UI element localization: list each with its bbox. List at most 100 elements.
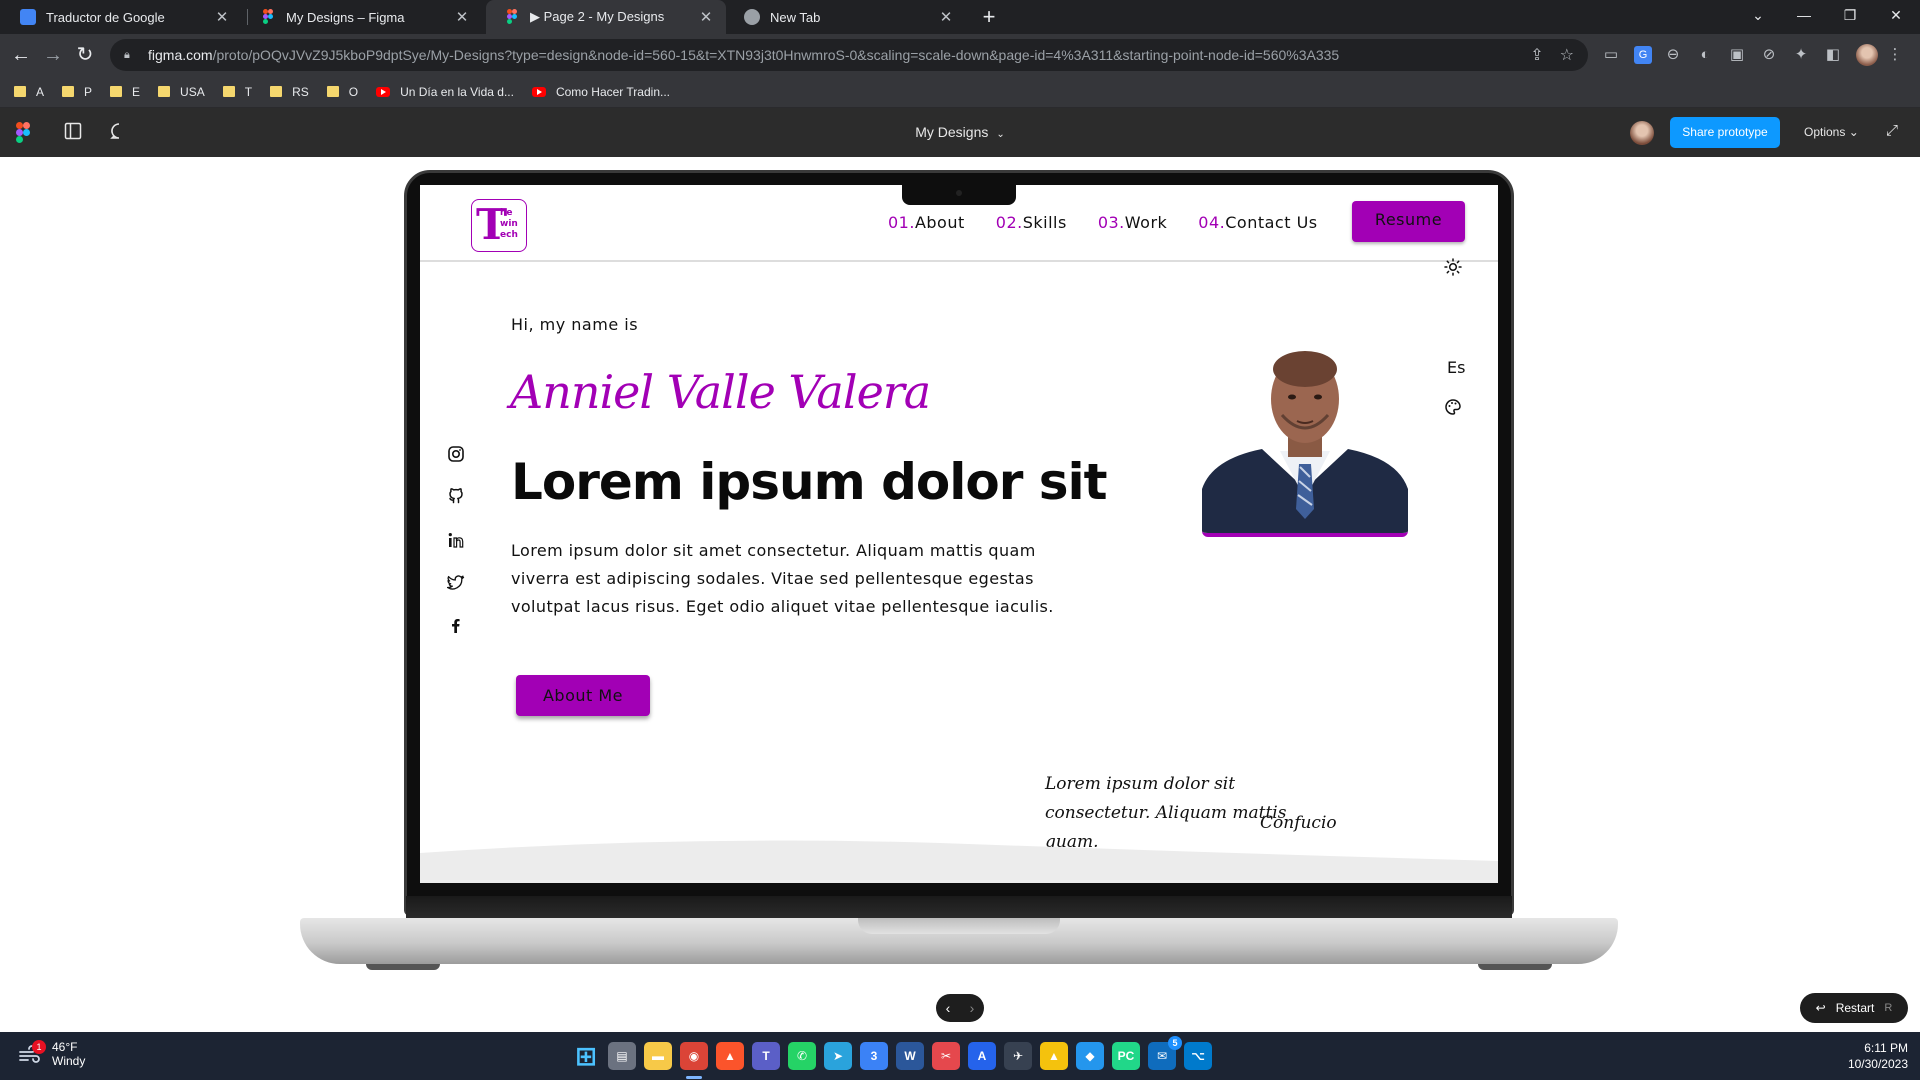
share-page-icon[interactable]: ⇪: [1530, 45, 1543, 65]
reload-button[interactable]: ↻: [72, 42, 98, 68]
extension-circle-icon[interactable]: ◐: [1696, 46, 1714, 64]
figma-toolbar: My Designs ⌄ Share prototype Options ⌄ ⤢: [0, 108, 1920, 157]
google-translate-icon: [20, 9, 36, 25]
extension-window-icon[interactable]: ▣: [1728, 46, 1746, 64]
bookmark-folder-rs[interactable]: RS: [270, 85, 309, 99]
minimize-button[interactable]: —: [1784, 0, 1824, 30]
hero-intro: Lorem ipsum dolor sit amet consectetur. …: [511, 541, 1054, 616]
folder-icon: [62, 86, 75, 97]
file-explorer-icon[interactable]: ▬: [644, 1042, 672, 1070]
whatsapp-icon[interactable]: ✆: [788, 1042, 816, 1070]
restart-arrow-icon: ↩: [1815, 1001, 1826, 1015]
previous-frame-icon[interactable]: ‹: [946, 1000, 951, 1016]
github-icon[interactable]: [446, 487, 466, 507]
extensions-puzzle-icon[interactable]: ✦: [1792, 46, 1810, 64]
close-tab-icon[interactable]: ✕: [214, 8, 230, 26]
language-switch[interactable]: Es: [1447, 358, 1465, 377]
forward-button[interactable]: →: [40, 42, 66, 68]
twitter-icon[interactable]: [446, 574, 466, 594]
close-tab-icon[interactable]: ✕: [454, 8, 470, 26]
bookmark-folder-a[interactable]: A: [14, 85, 44, 99]
side-panel-icon[interactable]: ◧: [1824, 46, 1842, 64]
bookmark-folder-o[interactable]: O: [326, 85, 358, 99]
bookmark-folder-e[interactable]: E: [110, 85, 140, 99]
tab-title: My Designs – Figma: [286, 9, 405, 25]
task-view-icon[interactable]: ▤: [608, 1042, 636, 1070]
telegram-icon[interactable]: ➤: [824, 1042, 852, 1070]
tab-title: New Tab: [770, 9, 821, 25]
extension-strike-icon[interactable]: ⊖: [1664, 46, 1682, 64]
windows-start-icon[interactable]: ⊞: [572, 1041, 600, 1071]
profile-avatar[interactable]: [1856, 44, 1878, 66]
restart-button[interactable]: ↩ Restart R: [1800, 993, 1908, 1023]
notification-badge: 1: [32, 1040, 46, 1054]
brave-icon[interactable]: ▲: [716, 1042, 744, 1070]
browser-toolbar: ← → ↻ 🔒︎ figma.com/proto/pOQvJVvZ9J5kboP…: [0, 34, 1920, 76]
chrome-icon: [744, 9, 760, 25]
plane-app-icon[interactable]: ✈: [1004, 1042, 1032, 1070]
windows-taskbar: 1 46°F Windy ⊞ ▤ ▬ ◉ ▲ T ✆ ➤ 3 W ✂ A ✈ ▲ ◆ PC ✉ 5 ⌥ 6:11 P…: [0, 1032, 1920, 1080]
system-clock[interactable]: 6:11 PM 10/30/2023: [1828, 1040, 1908, 1072]
linkedin-icon[interactable]: [446, 531, 466, 551]
back-button[interactable]: ←: [8, 42, 34, 68]
share-prototype-button[interactable]: Share prototype: [1670, 117, 1780, 148]
tab-search-icon[interactable]: ⌄: [1738, 0, 1778, 30]
tab-figma-designs[interactable]: My Designs – Figma ✕: [242, 0, 482, 34]
folder-icon: [222, 86, 235, 97]
facebook-icon[interactable]: [446, 617, 466, 637]
next-frame-icon[interactable]: ›: [970, 1000, 975, 1016]
docker-icon[interactable]: ◆: [1076, 1042, 1104, 1070]
teams-icon[interactable]: T: [752, 1042, 780, 1070]
nav-link-about[interactable]: 01.About: [888, 213, 965, 232]
outlook-icon[interactable]: ✉ 5: [1148, 1036, 1182, 1070]
lock-icon: 🔒︎: [124, 48, 130, 61]
address-bar[interactable]: 🔒︎ figma.com/proto/pOQvJVvZ9J5kboP9dptSy…: [110, 39, 1588, 71]
weather-desc: Windy: [52, 1054, 86, 1068]
wind-icon: 1: [18, 1040, 46, 1064]
translate-extension-icon[interactable]: G: [1634, 46, 1652, 64]
extension-compass-icon[interactable]: ⊘: [1760, 46, 1778, 64]
tab-new-tab[interactable]: New Tab ✕: [726, 0, 966, 34]
tab-page2-active[interactable]: ▶ Page 2 - My Designs ✕: [486, 0, 726, 34]
site-logo[interactable]: T he win ech: [471, 199, 527, 252]
collaborator-avatar[interactable]: [1630, 121, 1654, 145]
weather-temp: 46°F: [52, 1040, 78, 1054]
app-3-icon[interactable]: 3: [860, 1042, 888, 1070]
snipping-tool-icon[interactable]: ✂: [932, 1042, 960, 1070]
nav-link-work[interactable]: 03.Work: [1098, 213, 1167, 232]
bookmark-youtube-2[interactable]: Como Hacer Tradin...: [531, 85, 670, 99]
cast-icon[interactable]: ▭: [1602, 46, 1620, 64]
restore-button[interactable]: ❐: [1830, 0, 1870, 30]
vscode-icon[interactable]: ⌥: [1184, 1042, 1212, 1070]
nav-link-skills[interactable]: 02.Skills: [996, 213, 1067, 232]
greeting-text: Hi, my name is: [511, 315, 639, 334]
close-window-button[interactable]: ✕: [1876, 0, 1916, 30]
app-a-icon[interactable]: A: [968, 1042, 996, 1070]
url-text: figma.com/proto/pOQvJVvZ9J5kboP9dptSye/M…: [148, 47, 1340, 63]
fullscreen-expand-icon[interactable]: ⤢: [1886, 122, 1898, 139]
close-tab-icon[interactable]: ✕: [698, 8, 714, 26]
instagram-icon[interactable]: [446, 445, 466, 465]
about-me-button[interactable]: About Me: [516, 675, 650, 716]
bookmark-star-icon[interactable]: ☆: [1560, 45, 1574, 65]
close-tab-icon[interactable]: ✕: [938, 8, 954, 26]
autocad-icon[interactable]: ▲: [1040, 1042, 1068, 1070]
bookmark-folder-t[interactable]: T: [222, 85, 252, 99]
menu-kebab-icon[interactable]: ⋮: [1886, 46, 1904, 64]
chrome-icon[interactable]: ◉: [680, 1042, 708, 1070]
active-app-indicator: [686, 1076, 702, 1079]
word-icon[interactable]: W: [896, 1042, 924, 1070]
chevron-down-icon: ⌄: [1848, 125, 1859, 139]
tab-google-translate[interactable]: Traductor de Google ✕: [2, 0, 242, 34]
new-tab-button[interactable]: +: [976, 4, 1002, 30]
bookmark-youtube-1[interactable]: Un Día en la Vida d...: [376, 85, 514, 99]
resume-button[interactable]: Resume: [1352, 201, 1465, 242]
nav-link-contact[interactable]: 04.Contact Us: [1198, 213, 1317, 232]
chevron-down-icon: ⌄: [996, 129, 1005, 140]
pycharm-icon[interactable]: PC: [1112, 1042, 1140, 1070]
weather-widget[interactable]: 1 46°F Windy: [18, 1040, 85, 1068]
figma-icon: [260, 9, 276, 25]
bookmark-folder-usa[interactable]: USA: [158, 85, 205, 99]
options-dropdown[interactable]: Options ⌄: [1804, 125, 1859, 139]
bookmark-folder-p[interactable]: P: [62, 85, 92, 99]
